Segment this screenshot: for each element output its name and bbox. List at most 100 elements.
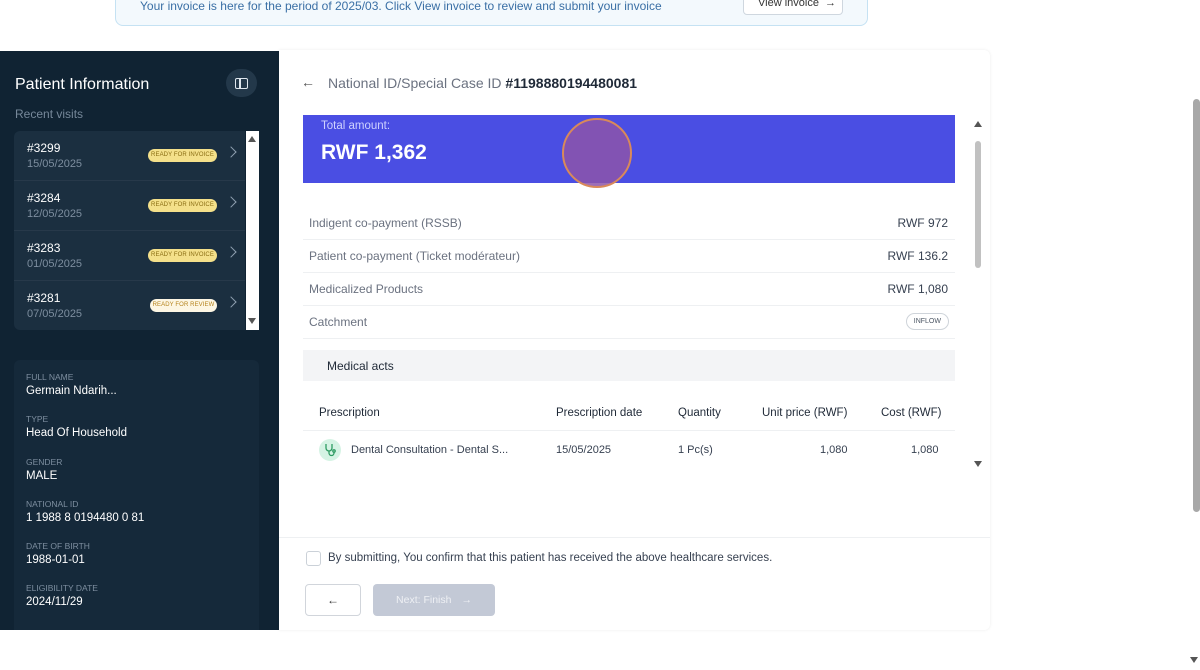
column-header-prescription: Prescription bbox=[319, 407, 380, 419]
breakdown-label: Patient co-payment (Ticket modérateur) bbox=[309, 249, 520, 263]
total-amount-value: RWF 1,362 bbox=[321, 141, 427, 164]
next-finish-button[interactable]: Next: Finish → bbox=[373, 584, 495, 616]
visit-number: #3281 bbox=[27, 291, 61, 305]
status-badge: READY FOR INVOICE bbox=[148, 149, 217, 162]
patient-sidebar: Patient Information Recent visits #3299 … bbox=[0, 51, 279, 630]
status-badge: READY FOR REVIEW bbox=[150, 299, 217, 312]
prescription-date: 15/05/2025 bbox=[556, 444, 612, 456]
prescription-cost: 1,080 bbox=[911, 444, 939, 456]
case-id-header: National ID/Special Case ID #11988801944… bbox=[328, 75, 637, 91]
scroll-up-icon[interactable] bbox=[974, 121, 982, 127]
view-invoice-label: View invoice bbox=[758, 0, 819, 9]
page-scrollbar[interactable] bbox=[1190, 0, 1200, 670]
detail-gender: Gender MALE bbox=[26, 457, 62, 482]
medical-acts-title: Medical acts bbox=[327, 359, 394, 373]
prescription-name: Dental Consultation - Dental S... bbox=[351, 444, 509, 456]
breakdown-value: RWF 972 bbox=[897, 216, 948, 230]
confirm-text: By submitting, You confirm that this pat… bbox=[328, 552, 773, 564]
scrollbar-thumb[interactable] bbox=[249, 146, 255, 314]
visit-date: 07/05/2025 bbox=[27, 308, 83, 320]
detail-label: Date of Birth bbox=[26, 541, 90, 551]
visit-number: #3299 bbox=[27, 141, 61, 155]
footer-divider bbox=[279, 537, 990, 538]
catchment-label: Catchment bbox=[309, 315, 368, 329]
sidebar-title: Patient Information bbox=[15, 76, 150, 93]
visit-date: 12/05/2025 bbox=[27, 208, 83, 220]
cursor-indicator bbox=[562, 118, 632, 188]
back-button[interactable]: ← bbox=[305, 584, 361, 616]
status-badge: READY FOR INVOICE bbox=[148, 249, 217, 262]
breakdown-label: Medicalized Products bbox=[309, 282, 424, 296]
scroll-down-icon[interactable] bbox=[248, 318, 256, 324]
detail-eligibility-date: Eligibility Date 2024/11/29 bbox=[26, 583, 98, 608]
visit-number: #3283 bbox=[27, 241, 61, 255]
view-invoice-button[interactable]: View invoice → bbox=[743, 0, 843, 15]
detail-label: Full Name bbox=[26, 372, 74, 382]
detail-value: 1 1988 8 0194480 0 81 bbox=[26, 512, 145, 524]
patient-details: Full Name Germain Ndarih... Type Head Of… bbox=[14, 360, 259, 630]
back-arrow-icon[interactable]: ← bbox=[301, 74, 315, 90]
panel-toggle-icon bbox=[235, 77, 248, 89]
detail-national-id: National ID 1 1988 8 0194480 0 81 bbox=[26, 499, 144, 524]
banner-message: Your invoice is here for the period of 2… bbox=[140, 0, 662, 13]
scrollbar-thumb[interactable] bbox=[975, 141, 981, 268]
breakdown-label: Indigent co-payment (RSSB) bbox=[309, 216, 462, 230]
details-scrollbar[interactable] bbox=[973, 115, 983, 471]
recent-visits-label: Recent visits bbox=[15, 107, 84, 121]
invoice-banner: Your invoice is here for the period of 2… bbox=[115, 0, 868, 26]
case-id-label: National ID/Special Case ID bbox=[328, 75, 502, 91]
breakdown-value: RWF 136.2 bbox=[887, 249, 948, 263]
visit-item[interactable]: #3284 12/05/2025 READY FOR INVOICE bbox=[14, 181, 245, 231]
scroll-down-icon[interactable] bbox=[974, 461, 982, 467]
visit-item[interactable]: #3283 01/05/2025 READY FOR INVOICE bbox=[14, 231, 245, 281]
prescription-quantity: 1 Pc(s) bbox=[678, 444, 713, 456]
detail-type: Type Head Of Household bbox=[26, 414, 127, 439]
detail-full-name: Full Name Germain Ndarih... bbox=[26, 372, 117, 397]
catchment-row: Catchment INFLOW bbox=[303, 306, 955, 339]
detail-value: 2024/11/29 bbox=[26, 596, 83, 608]
chevron-right-icon bbox=[225, 246, 237, 258]
arrow-right-icon: → bbox=[461, 594, 472, 606]
case-id-value: #1198880194480081 bbox=[505, 75, 638, 91]
detail-value: 1988-01-01 bbox=[26, 554, 85, 566]
detail-value: Head Of Household bbox=[26, 427, 128, 439]
detail-value: Germain Ndarih... bbox=[26, 385, 117, 397]
chevron-right-icon bbox=[225, 146, 237, 158]
next-finish-label: Next: Finish bbox=[396, 594, 452, 606]
breakdown-row: Indigent co-payment (RSSB) RWF 972 bbox=[303, 207, 955, 240]
prescription-unit-price: 1,080 bbox=[820, 444, 848, 456]
scrollbar-thumb[interactable] bbox=[1193, 99, 1200, 512]
detail-value: MALE bbox=[26, 470, 58, 482]
visit-number: #3284 bbox=[27, 191, 61, 205]
scroll-up-icon[interactable] bbox=[248, 136, 256, 142]
sidebar-toggle-button[interactable] bbox=[226, 69, 257, 97]
breakdown-value: RWF 1,080 bbox=[887, 282, 948, 296]
column-header-quantity: Quantity bbox=[678, 407, 721, 419]
visit-date: 15/05/2025 bbox=[27, 158, 83, 170]
confirm-checkbox[interactable] bbox=[306, 551, 321, 566]
invoice-details-scroll: Total amount: RWF 1,362 Indigent co-paym… bbox=[303, 115, 955, 471]
breakdown-row: Patient co-payment (Ticket modérateur) R… bbox=[303, 240, 955, 273]
chevron-right-icon bbox=[225, 296, 237, 308]
status-badge: READY FOR INVOICE bbox=[148, 199, 217, 212]
visit-item[interactable]: #3281 07/05/2025 READY FOR REVIEW bbox=[14, 281, 245, 330]
chevron-right-icon bbox=[225, 196, 237, 208]
recent-visits-list: #3299 15/05/2025 READY FOR INVOICE #3284… bbox=[14, 131, 245, 330]
total-amount-label: Total amount: bbox=[321, 120, 391, 132]
column-header-cost: Cost (RWF) bbox=[881, 407, 942, 419]
arrow-left-icon: ← bbox=[327, 593, 339, 607]
scroll-down-icon[interactable] bbox=[1190, 657, 1198, 663]
stethoscope-icon bbox=[319, 439, 341, 461]
detail-label: National ID bbox=[26, 499, 79, 509]
detail-label: Eligibility Date bbox=[26, 583, 98, 593]
detail-label: Gender bbox=[26, 457, 63, 467]
visit-item[interactable]: #3299 15/05/2025 READY FOR INVOICE bbox=[14, 131, 245, 181]
medical-acts-header: Medical acts bbox=[303, 350, 955, 381]
visits-scrollbar[interactable] bbox=[246, 131, 259, 330]
table-row: Dental Consultation - Dental S... 15/05/… bbox=[303, 430, 955, 471]
detail-date-of-birth: Date of Birth 1988-01-01 bbox=[26, 541, 90, 566]
visit-date: 01/05/2025 bbox=[27, 258, 83, 270]
arrow-right-icon: → bbox=[824, 0, 836, 9]
column-header-prescription-date: Prescription date bbox=[556, 407, 643, 419]
column-header-unit-price: Unit price (RWF) bbox=[762, 407, 848, 419]
